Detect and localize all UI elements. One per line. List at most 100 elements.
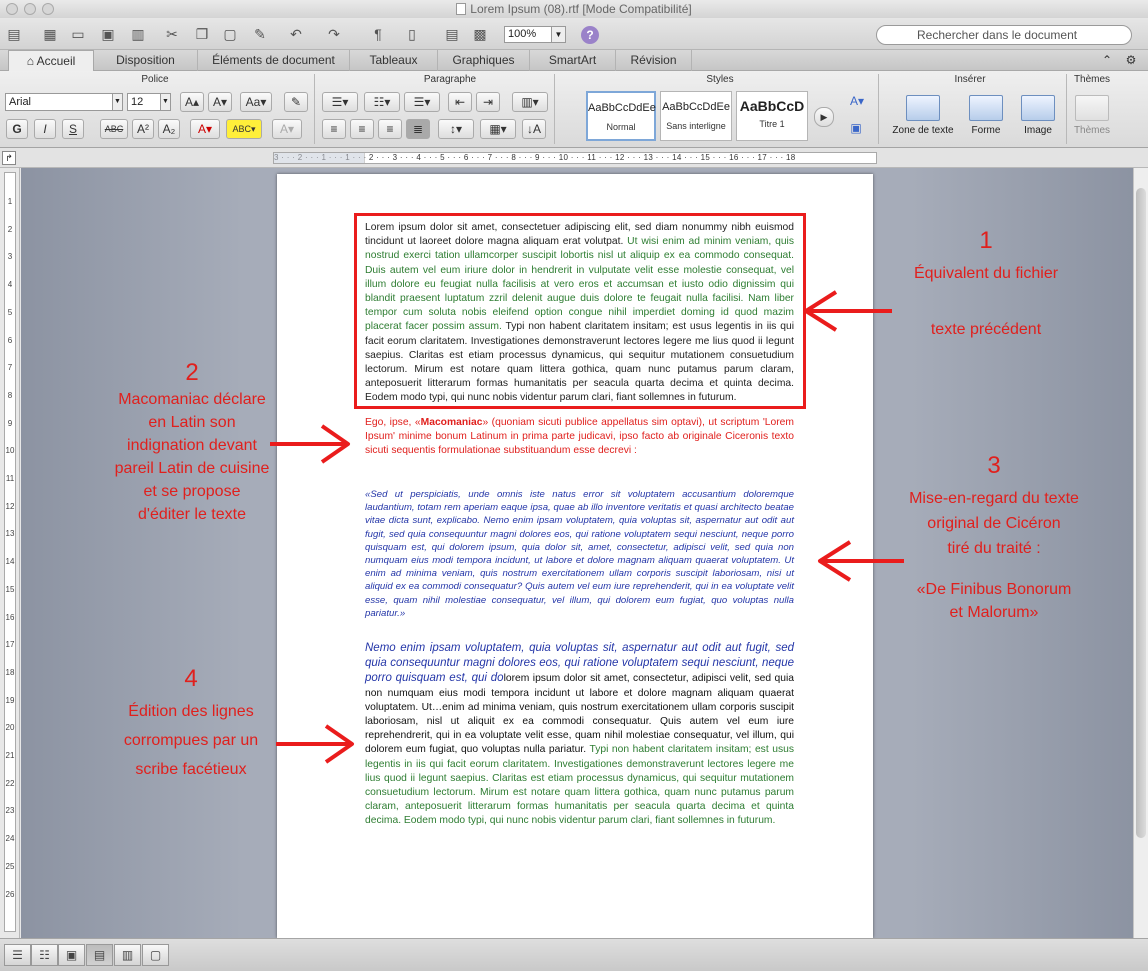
tab-smartart[interactable]: SmartArt bbox=[530, 50, 616, 71]
font-size-dropdown-icon[interactable]: ▼ bbox=[161, 93, 171, 111]
copy-icon[interactable]: ❐ bbox=[192, 24, 212, 44]
style-sans-interligne[interactable]: AaBbCcDdEe Sans interligne bbox=[660, 91, 732, 141]
arrow-3-icon bbox=[818, 540, 904, 582]
vertical-ruler-label: 25 bbox=[5, 861, 15, 871]
format-painter-icon[interactable]: ✎ bbox=[250, 24, 270, 44]
superscript-button[interactable]: A² bbox=[132, 119, 154, 139]
view-layout-icon[interactable]: ▯ bbox=[402, 24, 422, 44]
styles-next-icon[interactable]: ▶ bbox=[814, 107, 834, 127]
show-paragraph-marks-icon[interactable]: ¶ bbox=[368, 24, 388, 44]
zoom-dropdown-icon[interactable]: ▼ bbox=[552, 26, 566, 43]
styles-manage-icon[interactable]: ▣ bbox=[846, 119, 866, 139]
group-label-police: Police bbox=[141, 74, 169, 85]
grow-font-button[interactable]: A▴ bbox=[180, 92, 204, 112]
change-case-button[interactable]: Aa▾ bbox=[240, 92, 272, 112]
highlight-button[interactable]: ABC▾ bbox=[226, 119, 262, 139]
clear-format-button[interactable]: ✎ bbox=[284, 92, 308, 112]
tab-revision[interactable]: Révision bbox=[616, 50, 692, 71]
align-left-button[interactable]: ≡ bbox=[322, 119, 346, 139]
align-center-button[interactable]: ≡ bbox=[350, 119, 374, 139]
draft-view-icon[interactable]: ☰ bbox=[4, 944, 31, 966]
notebook-view-icon[interactable]: ▥ bbox=[114, 944, 141, 966]
styles-pane-icon[interactable]: A▾ bbox=[842, 92, 872, 112]
tab-disposition[interactable]: Disposition bbox=[94, 50, 198, 71]
font-name-dropdown-icon[interactable]: ▼ bbox=[113, 93, 123, 111]
shrink-font-button[interactable]: A▾ bbox=[208, 92, 232, 112]
outline-view-icon[interactable]: ☷ bbox=[31, 944, 58, 966]
text-block-declaration: Ego, ipse, «Macomaniac» (quoniam sicuti … bbox=[365, 417, 794, 457]
vertical-ruler-label: 13 bbox=[5, 529, 15, 539]
italic-button[interactable]: I bbox=[34, 119, 56, 139]
search-input[interactable]: Rechercher dans le document bbox=[876, 25, 1132, 45]
tab-selector-icon[interactable]: ↱ bbox=[2, 151, 16, 165]
undo-icon[interactable]: ↶ bbox=[286, 24, 306, 44]
redo-icon[interactable]: ↷ bbox=[324, 24, 344, 44]
style-normal[interactable]: AaBbCcDdEe Normal bbox=[586, 91, 656, 141]
columns-button[interactable]: ▥▾ bbox=[512, 92, 548, 112]
tab-graphiques[interactable]: Graphiques bbox=[438, 50, 530, 71]
vertical-ruler-label: 14 bbox=[5, 557, 15, 567]
arrow-2-icon bbox=[270, 424, 350, 464]
ribbon-settings-icon[interactable]: ⚙ bbox=[1120, 50, 1142, 71]
strikethrough-button[interactable]: ABC bbox=[100, 119, 128, 139]
vertical-ruler-label: 17 bbox=[5, 640, 15, 650]
tab-tableaux[interactable]: Tableaux bbox=[350, 50, 438, 71]
multilevel-list-button[interactable]: ☰▾ bbox=[404, 92, 440, 112]
templates-icon[interactable]: ▦ bbox=[40, 24, 60, 44]
text-effects-button[interactable]: A▾ bbox=[272, 119, 302, 139]
text-block-edited: Nemo enim ipsam voluptatem, quia volupta… bbox=[365, 642, 794, 827]
line-spacing-button[interactable]: ↕▾ bbox=[438, 119, 474, 139]
font-name-field[interactable]: Arial bbox=[5, 93, 113, 111]
insert-image-button[interactable]: Image bbox=[1014, 95, 1062, 136]
align-right-button[interactable]: ≡ bbox=[378, 119, 402, 139]
sidebar-icon[interactable]: ▤ bbox=[442, 24, 462, 44]
toolbox-icon[interactable]: ▩ bbox=[470, 24, 490, 44]
arrow-1-icon bbox=[804, 290, 892, 332]
vertical-ruler-label: 15 bbox=[5, 584, 15, 594]
save-icon[interactable]: ▣ bbox=[98, 24, 118, 44]
themes-button[interactable]: Thèmes bbox=[1068, 95, 1116, 136]
vertical-scrollbar[interactable] bbox=[1133, 168, 1148, 938]
bullets-button[interactable]: ☰▾ bbox=[322, 92, 358, 112]
tab-elements-document[interactable]: Éléments de document bbox=[198, 50, 350, 71]
print-icon[interactable]: ▥ bbox=[128, 24, 148, 44]
zoom-field[interactable]: 100% bbox=[504, 26, 552, 43]
cut-icon[interactable]: ✂ bbox=[162, 24, 182, 44]
publishing-view-icon[interactable]: ▣ bbox=[58, 944, 85, 966]
status-bar: ☰ ☷ ▣ ▤ ▥ ▢ bbox=[0, 938, 1148, 971]
zoom-window-button[interactable] bbox=[42, 3, 54, 15]
insert-text-box-button[interactable]: Zone de texte bbox=[884, 95, 962, 136]
font-size-field[interactable]: 12 bbox=[127, 93, 161, 111]
sort-button[interactable]: ↓A bbox=[522, 119, 546, 139]
vertical-ruler-label: 10 bbox=[5, 446, 15, 456]
underline-button[interactable]: S bbox=[62, 119, 84, 139]
minimize-window-button[interactable] bbox=[24, 3, 36, 15]
print-layout-view-icon[interactable]: ▤ bbox=[86, 944, 113, 966]
vertical-ruler-label: 6 bbox=[7, 335, 13, 345]
paste-icon[interactable]: ▢ bbox=[220, 24, 240, 44]
vertical-ruler-label: 24 bbox=[5, 834, 15, 844]
bold-button[interactable]: G bbox=[6, 119, 28, 139]
scrollbar-thumb[interactable] bbox=[1136, 188, 1146, 838]
justify-button[interactable]: ≣ bbox=[406, 119, 430, 139]
style-titre-1[interactable]: AaBbCcD Titre 1 bbox=[736, 91, 808, 141]
increase-indent-button[interactable]: ⇥ bbox=[476, 92, 500, 112]
collapse-ribbon-icon[interactable]: ⌃ bbox=[1096, 50, 1118, 71]
open-icon[interactable]: ▭ bbox=[68, 24, 88, 44]
new-document-icon[interactable]: ▤ bbox=[4, 24, 24, 44]
subscript-button[interactable]: A₂ bbox=[158, 119, 180, 139]
decrease-indent-button[interactable]: ⇤ bbox=[448, 92, 472, 112]
group-separator bbox=[314, 74, 315, 144]
numbering-button[interactable]: ☷▾ bbox=[364, 92, 400, 112]
close-window-button[interactable] bbox=[6, 3, 18, 15]
focus-view-icon[interactable]: ▢ bbox=[142, 944, 169, 966]
help-icon[interactable]: ? bbox=[581, 26, 599, 44]
tab-accueil[interactable]: ⌂ Accueil bbox=[8, 50, 94, 72]
borders-button[interactable]: ▦▾ bbox=[480, 119, 516, 139]
font-color-button[interactable]: A▾ bbox=[190, 119, 220, 139]
annotation-2: 2 Macomaniac déclare en Latin son indign… bbox=[114, 359, 270, 523]
themes-icon bbox=[1075, 95, 1109, 121]
vertical-ruler-label: 3 bbox=[7, 252, 13, 262]
vertical-ruler-label: 8 bbox=[7, 390, 13, 400]
insert-shape-button[interactable]: Forme bbox=[962, 95, 1010, 136]
